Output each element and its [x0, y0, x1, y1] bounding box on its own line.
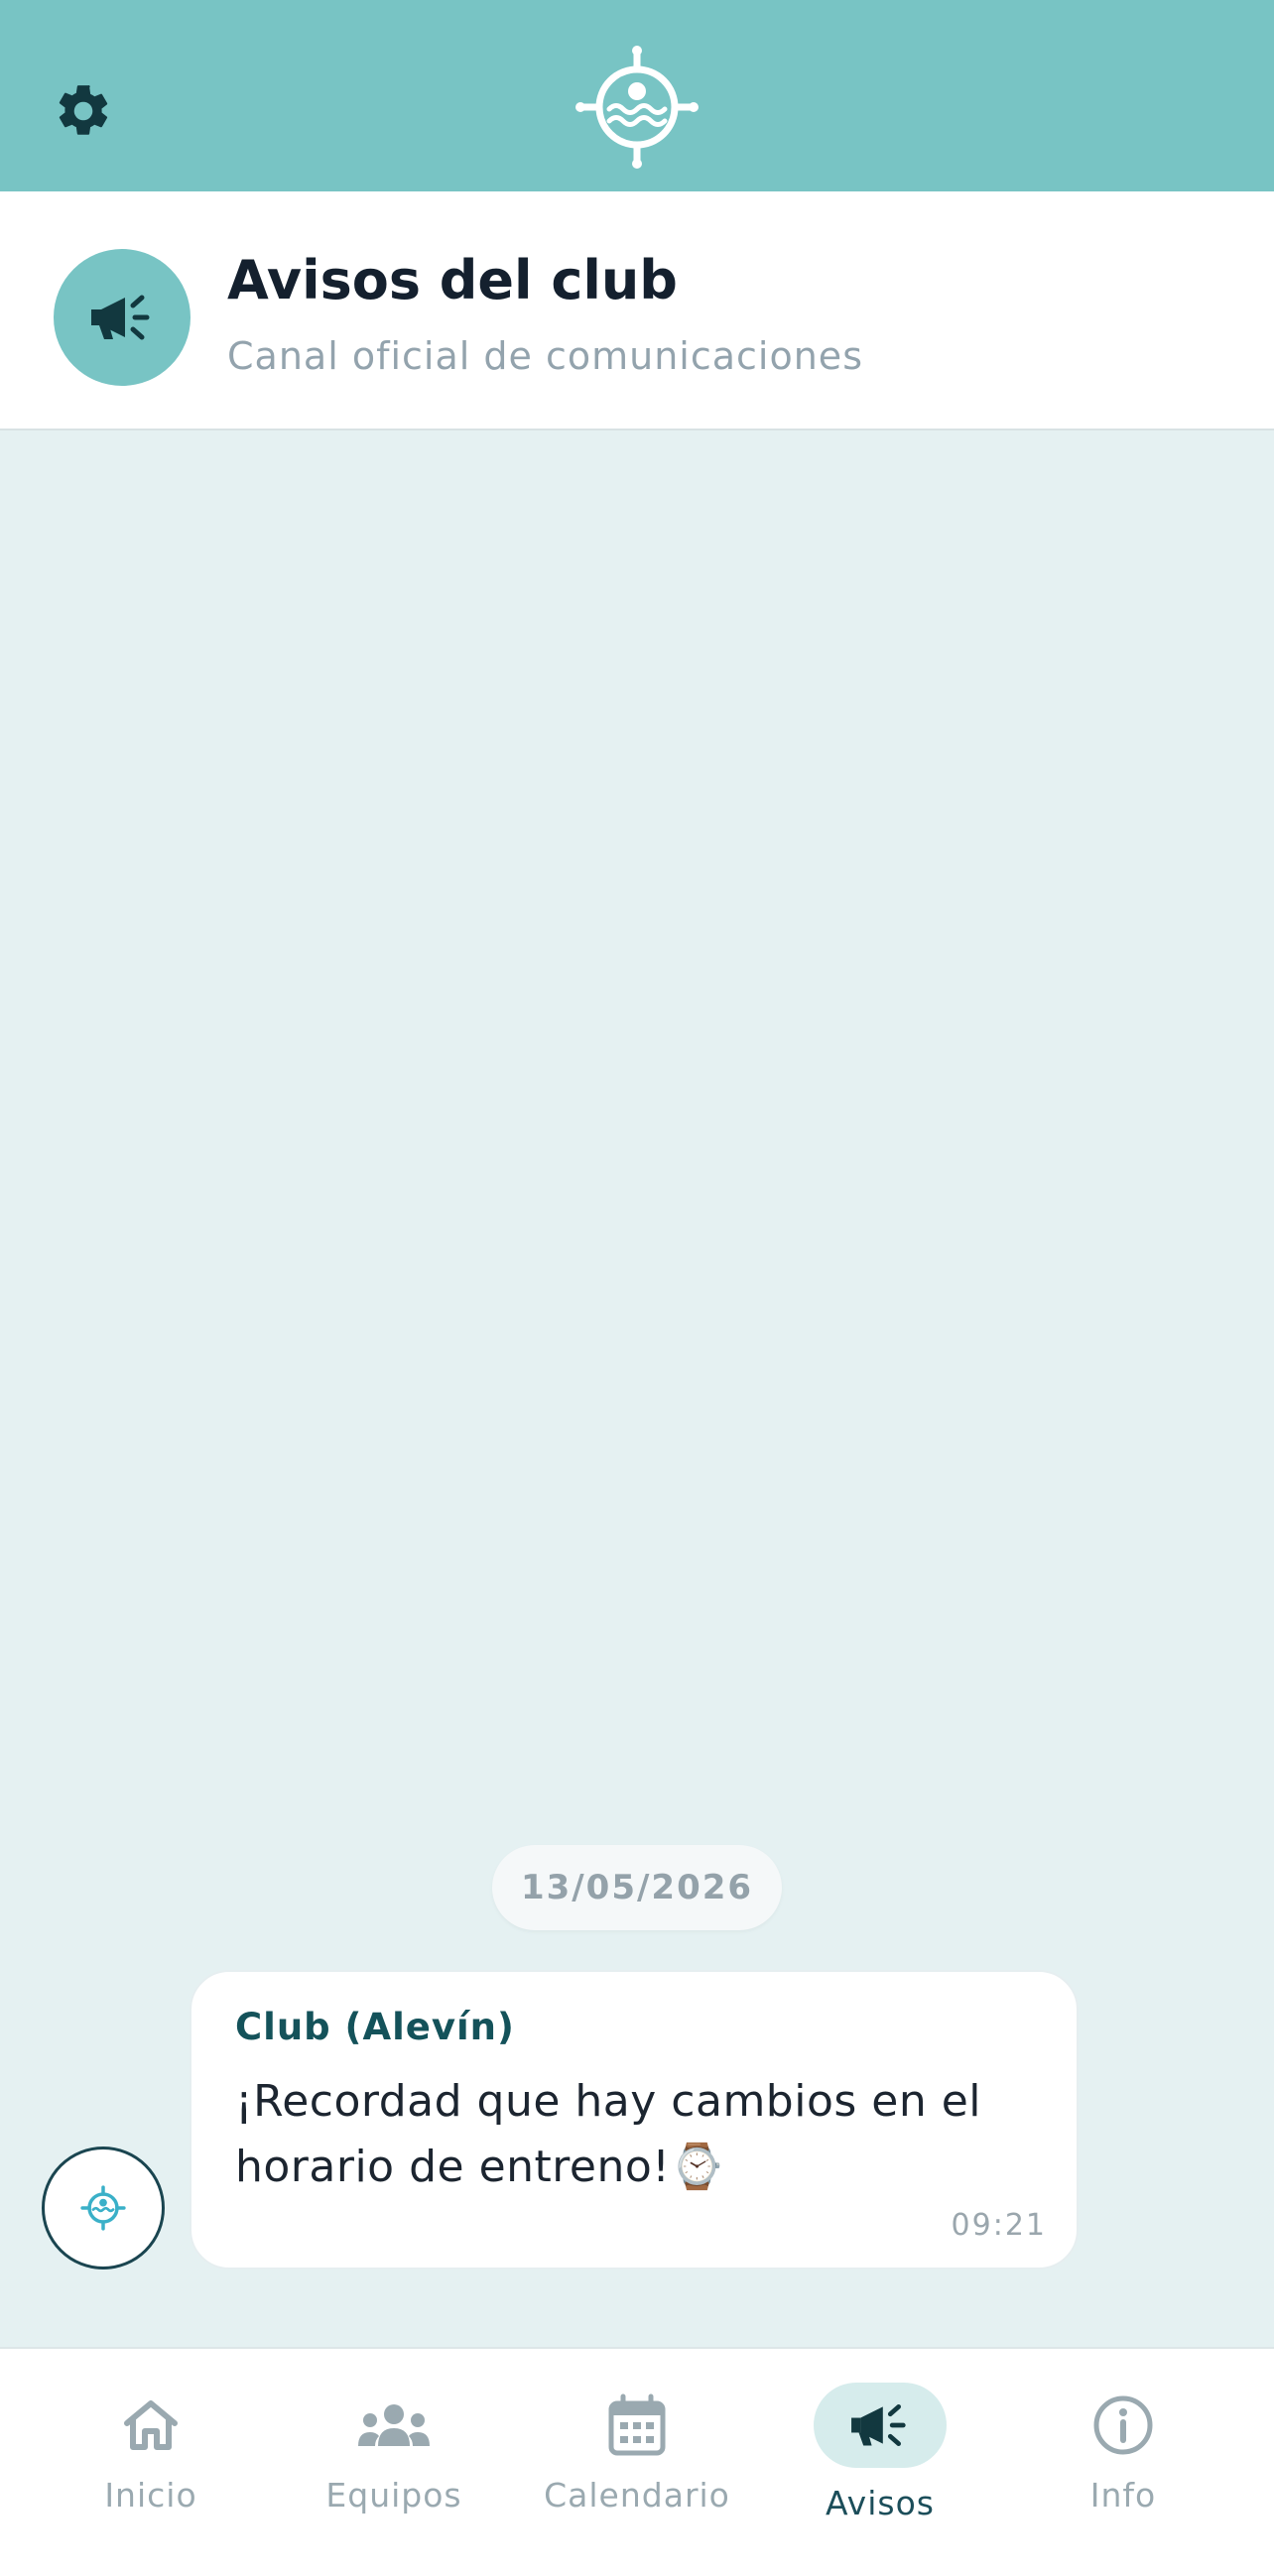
channel-avatar	[54, 249, 191, 386]
nav-label: Inicio	[104, 2476, 197, 2515]
nav-label: Avisos	[826, 2484, 935, 2522]
megaphone-icon	[851, 2404, 906, 2446]
channel-header: Avisos del club Canal oficial de comunic…	[0, 191, 1274, 430]
people-icon	[358, 2404, 430, 2446]
message-time: 09:21	[951, 2208, 1047, 2243]
date-separator: 13/05/2026	[492, 1845, 782, 1930]
nav-label: Info	[1089, 2476, 1157, 2515]
club-logo-icon	[80, 2185, 126, 2231]
nav-icon-wrap	[1057, 2383, 1190, 2468]
calendar-icon	[608, 2393, 666, 2456]
nav-label: Calendario	[544, 2476, 730, 2515]
nav-item-info[interactable]: Info	[1004, 2349, 1242, 2576]
settings-button[interactable]	[48, 75, 119, 147]
home-icon	[124, 2400, 178, 2450]
gear-icon	[59, 85, 108, 135]
club-logo-button[interactable]	[42, 2147, 165, 2269]
nav-item-avisos[interactable]: Avisos	[761, 2349, 999, 2576]
nav-icon-wrap	[84, 2383, 217, 2468]
message-text: ¡Recordad que hay cambios en el horario …	[235, 2076, 982, 2192]
message-sender: Club (Alevín)	[235, 2006, 515, 2048]
nav-icon-wrap	[814, 2383, 947, 2468]
megaphone-icon	[91, 295, 150, 340]
nav-icon-wrap	[571, 2383, 703, 2468]
channel-subtitle: Canal oficial de comunicaciones	[227, 334, 863, 378]
nav-item-calendario[interactable]: Calendario	[518, 2349, 756, 2576]
top-app-bar	[0, 0, 1274, 191]
nav-label: Equipos	[325, 2476, 462, 2515]
info-icon	[1093, 2395, 1153, 2455]
nav-icon-wrap	[327, 2383, 460, 2468]
club-wheel-logo-icon	[575, 46, 699, 169]
message-bubble[interactable]: Club (Alevín) ¡Recordad que hay cambios …	[190, 1970, 1079, 2269]
nav-item-inicio[interactable]: Inicio	[32, 2349, 270, 2576]
nav-item-equipos[interactable]: Equipos	[275, 2349, 513, 2576]
channel-title: Avisos del club	[227, 249, 678, 311]
bottom-navigation: Inicio Equipos Calendario Avisos Info	[0, 2347, 1274, 2576]
